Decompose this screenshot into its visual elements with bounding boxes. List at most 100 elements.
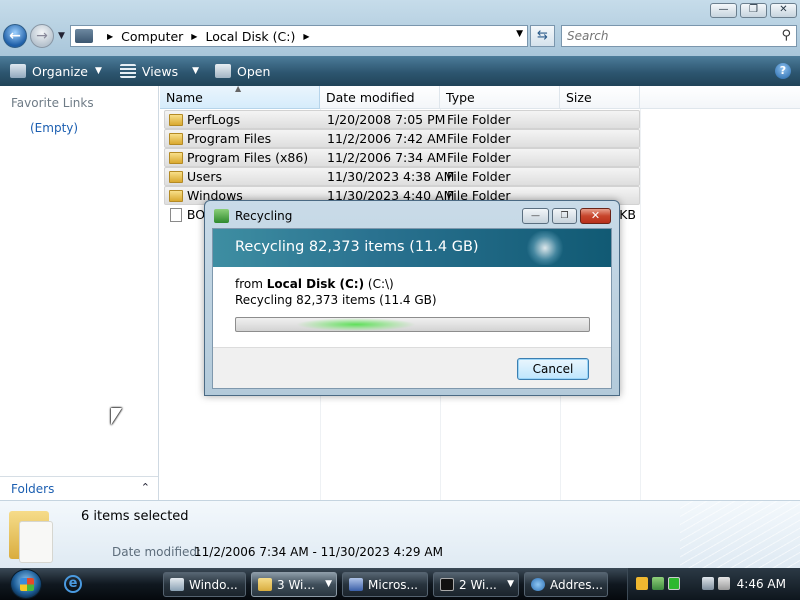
recycling-icon xyxy=(214,209,229,223)
column-header-type[interactable]: Type xyxy=(440,86,560,109)
source-drive: Local Disk (C:) xyxy=(266,277,365,291)
file-date: 11/30/2023 4:38 AM xyxy=(327,169,455,184)
breadcrumb-computer[interactable]: Computer xyxy=(121,29,183,44)
folder-icon xyxy=(169,132,183,145)
favorite-links-empty: (Empty) xyxy=(30,121,79,135)
window-icon xyxy=(170,578,184,591)
column-header-date-modified[interactable]: Date modified xyxy=(320,86,440,109)
dialog-minimize-button[interactable]: — xyxy=(522,208,549,224)
minimize-button[interactable]: — xyxy=(710,3,737,18)
security-shield-icon[interactable] xyxy=(636,577,648,590)
cancel-button[interactable]: Cancel xyxy=(517,358,589,380)
breadcrumb-separator-icon[interactable]: ▶ xyxy=(191,32,197,41)
file-date: 1/20/2008 7:05 PM xyxy=(327,112,446,127)
file-type: File Folder xyxy=(447,131,511,146)
recycle-icon[interactable] xyxy=(652,577,664,590)
search-input[interactable] xyxy=(562,26,762,46)
organize-label: Organize xyxy=(32,63,88,79)
file-row[interactable]: Program Files (x86) 11/2/2006 7:34 AM Fi… xyxy=(164,148,640,167)
folder-icon xyxy=(9,507,55,563)
organize-icon xyxy=(10,64,26,78)
folders-label: Folders xyxy=(11,482,55,496)
progress-marquee xyxy=(296,318,416,331)
system-tray: 4:46 AM xyxy=(627,568,800,600)
windows-logo-icon xyxy=(20,578,34,591)
file-name: Program Files (x86) xyxy=(187,150,309,165)
internet-explorer-icon[interactable]: e xyxy=(64,575,82,593)
address-bar[interactable]: ▶ Computer ▶ Local Disk (C:) ▶ ▼ xyxy=(70,25,528,47)
details-pane: 6 items selected Date modified: 11/2/200… xyxy=(0,500,800,569)
file-date: 11/2/2006 7:42 AM xyxy=(327,131,447,146)
address-dropdown-icon[interactable]: ▼ xyxy=(516,29,523,39)
dialog-close-button[interactable]: ✕ xyxy=(580,208,611,224)
views-icon xyxy=(119,64,136,78)
dialog-body: Recycling 82,373 items (11.4 GB) from Lo… xyxy=(212,228,612,389)
dialog-banner: Recycling 82,373 items (11.4 GB) xyxy=(213,229,611,267)
chevron-down-icon: ▼ xyxy=(507,579,514,589)
open-label: Open xyxy=(237,63,271,79)
green-status-icon[interactable] xyxy=(668,577,680,590)
taskbar-button-microsoft[interactable]: Micros... xyxy=(342,572,428,597)
taskbar-button-windows[interactable]: Windo... xyxy=(163,572,246,597)
chevron-up-icon: ⌃ xyxy=(140,481,150,494)
search-icon[interactable]: ⚲ xyxy=(781,28,791,43)
column-header-size[interactable]: Size xyxy=(560,86,640,109)
folder-icon xyxy=(258,578,272,591)
selection-count: 6 items selected xyxy=(81,509,189,524)
file-row[interactable]: Program Files 11/2/2006 7:42 AM File Fol… xyxy=(164,129,640,148)
file-type: File Folder xyxy=(447,169,511,184)
file-type: File Folder xyxy=(447,150,511,165)
banner-text: Recycling 82,373 items (11.4 GB) xyxy=(235,239,479,255)
chevron-down-icon: ▼ xyxy=(325,579,332,589)
file-name: PerfLogs xyxy=(187,112,241,127)
volume-muted-icon[interactable] xyxy=(718,577,730,590)
file-row[interactable]: PerfLogs 1/20/2008 7:05 PM File Folder xyxy=(164,110,640,129)
recycling-dialog: Recycling — ❐ ✕ Recycling 82,373 items (… xyxy=(204,200,620,396)
taskbar-button-address[interactable]: Addres... xyxy=(524,572,608,597)
breadcrumb-separator-icon[interactable]: ▶ xyxy=(303,32,309,41)
back-button[interactable]: ← xyxy=(3,24,27,48)
search-box[interactable]: ⚲ xyxy=(561,25,797,47)
animation-glow xyxy=(525,231,565,265)
network-icon[interactable] xyxy=(702,577,714,590)
navigation-pane: Favorite Links (Empty) Folders ⌃ xyxy=(0,86,159,500)
chevron-down-icon: ▼ xyxy=(95,66,102,76)
taskbar-button-command-group[interactable]: 2 Wi... ▼ xyxy=(433,572,519,597)
file-row[interactable]: Users 11/30/2023 4:38 AM File Folder xyxy=(164,167,640,186)
refresh-button[interactable]: ⇆ xyxy=(530,25,555,47)
folders-toggle[interactable]: Folders ⌃ xyxy=(0,476,158,500)
file-date: 11/2/2006 7:34 AM xyxy=(327,150,447,165)
views-menu[interactable]: Views ▼ xyxy=(114,56,205,86)
forward-button[interactable]: → xyxy=(30,24,54,48)
chevron-down-icon: ▼ xyxy=(192,66,200,76)
sort-ascending-icon: ▲ xyxy=(235,84,242,93)
open-button[interactable]: Open xyxy=(209,56,276,86)
folder-icon xyxy=(169,170,183,183)
computer-icon xyxy=(75,29,93,43)
date-modified-label: Date modified: xyxy=(112,545,202,559)
breadcrumb-separator-icon[interactable]: ▶ xyxy=(107,32,113,41)
breadcrumb-local-disk[interactable]: Local Disk (C:) xyxy=(205,29,295,44)
arrow-right-icon: → xyxy=(36,28,48,44)
maximize-button[interactable]: ❐ xyxy=(740,3,767,18)
file-icon xyxy=(170,207,182,222)
file-name: Users xyxy=(187,169,223,184)
clock[interactable]: 4:46 AM xyxy=(737,577,786,591)
close-button[interactable]: ✕ xyxy=(770,3,797,18)
column-divider xyxy=(640,109,641,500)
help-button[interactable]: ? xyxy=(775,63,791,79)
recent-pages-dropdown[interactable]: ▼ xyxy=(58,31,65,41)
dialog-title: Recycling xyxy=(235,209,293,223)
file-type: File Folder xyxy=(447,112,511,127)
dialog-maximize-button[interactable]: ❐ xyxy=(552,208,577,224)
taskbar: e Windo... 3 Wi... ▼ Micros... 2 Wi... ▼… xyxy=(0,568,800,600)
folder-icon xyxy=(169,113,183,126)
taskbar-button-explorer-group[interactable]: 3 Wi... ▼ xyxy=(251,572,337,597)
start-button[interactable] xyxy=(10,569,42,599)
internet-explorer-icon xyxy=(531,578,545,591)
arrow-left-icon: ← xyxy=(9,28,21,44)
organize-menu[interactable]: Organize ▼ xyxy=(4,56,108,86)
column-header-name[interactable]: ▲ Name xyxy=(160,84,320,109)
folder-icon xyxy=(169,151,183,164)
dialog-footer: Cancel xyxy=(213,347,611,388)
